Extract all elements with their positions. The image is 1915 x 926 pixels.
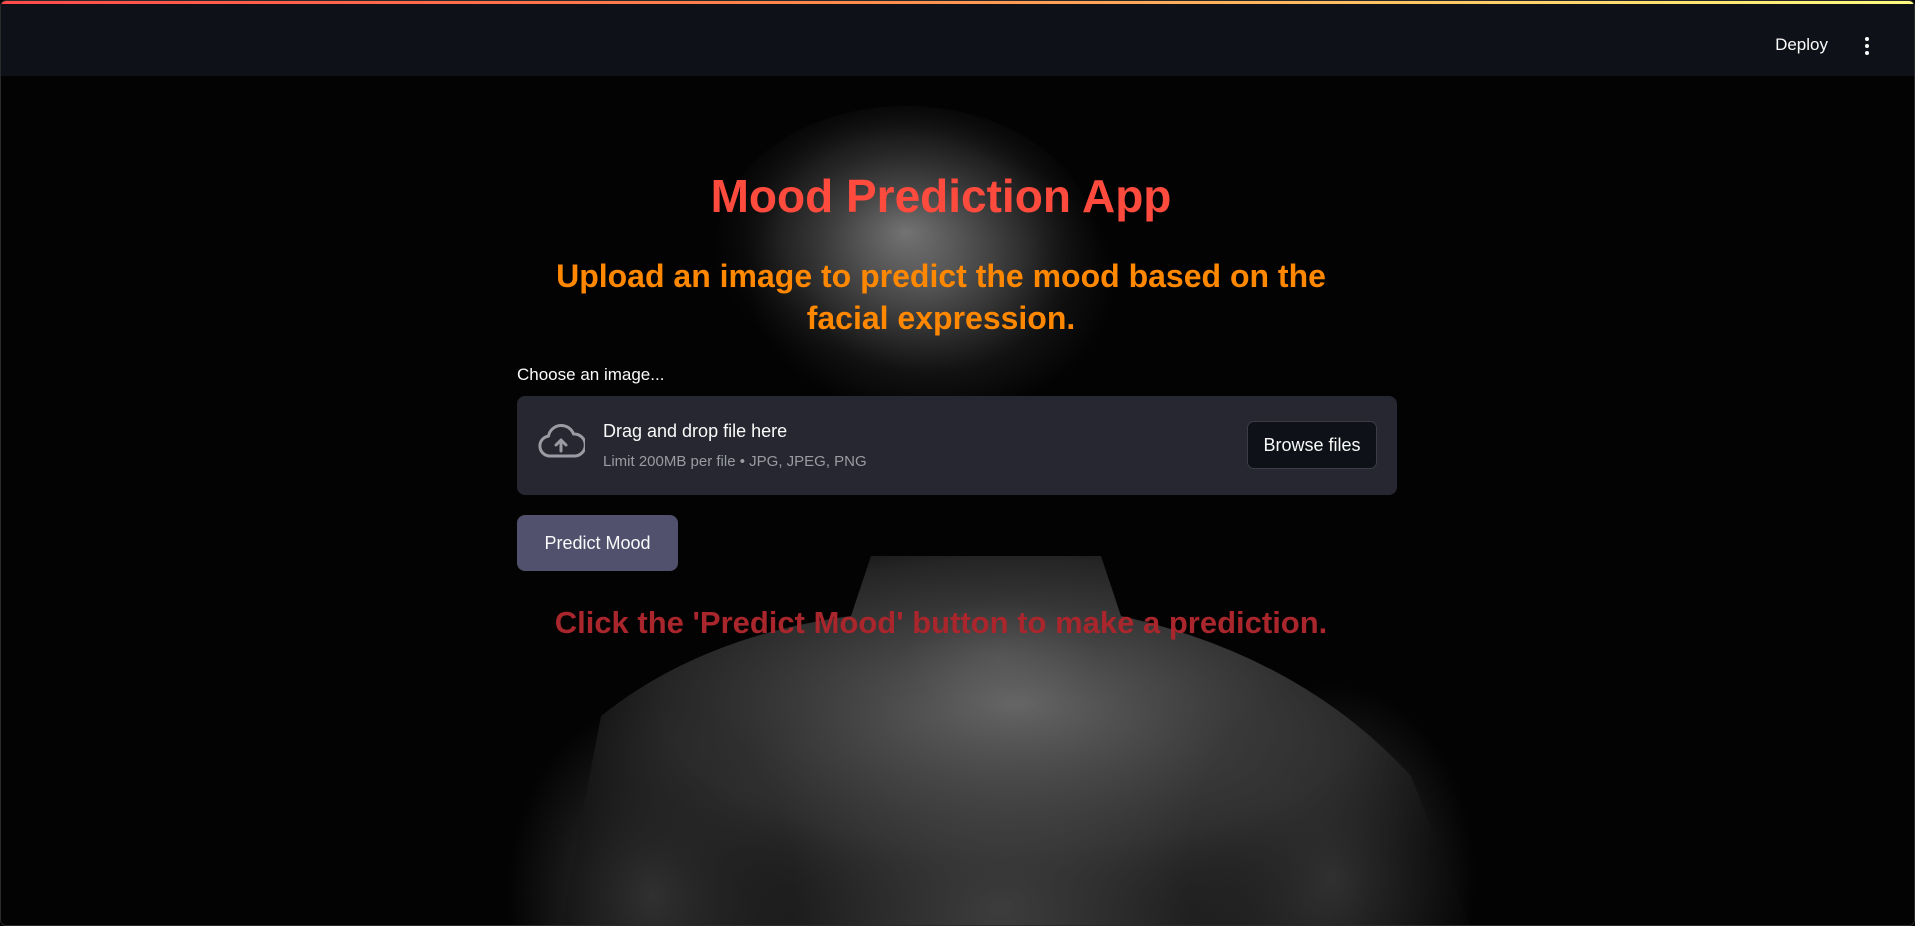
dropzone-limit-text: Limit 200MB per file • JPG, JPEG, PNG (603, 453, 867, 470)
app-header: Deploy (1, 4, 1914, 76)
file-dropzone[interactable]: Drag and drop file here Limit 200MB per … (517, 396, 1397, 495)
app-window: Deploy Mood Prediction App Upload an ima… (0, 0, 1915, 926)
cloud-upload-icon (538, 423, 585, 458)
page-title: Mood Prediction App (710, 170, 1172, 222)
uploader-label: Choose an image... (517, 365, 665, 384)
browse-files-button[interactable]: Browse files (1247, 421, 1377, 469)
prediction-hint-text: Click the 'Predict Mood' button to make … (554, 605, 1328, 640)
deploy-button[interactable]: Deploy (1775, 35, 1828, 55)
dropzone-instructions: Drag and drop file here (603, 421, 788, 441)
predict-mood-button[interactable]: Predict Mood (517, 515, 678, 571)
page-subtitle: Upload an image to predict the mood base… (556, 258, 1326, 336)
kebab-menu-icon[interactable] (1864, 37, 1870, 57)
